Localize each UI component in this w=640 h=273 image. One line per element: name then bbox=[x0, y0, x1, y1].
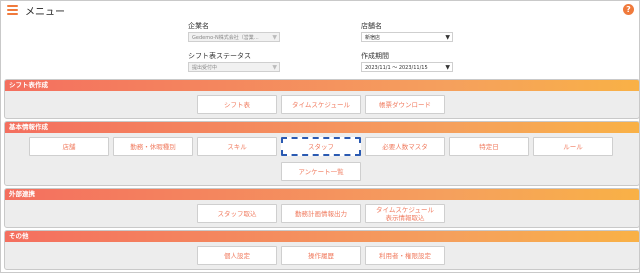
operation-history-button[interactable]: 操作履歴 bbox=[281, 246, 361, 265]
shift-status-label: シフト表ステータス bbox=[188, 52, 251, 60]
store-label: 店舗名 bbox=[361, 22, 382, 30]
store-master-button[interactable]: 店舗 bbox=[29, 137, 109, 156]
time-schedule-button[interactable]: タイムスケジュール bbox=[281, 95, 361, 114]
report-download-button[interactable]: 帳票ダウンロード bbox=[365, 95, 445, 114]
section-external: 外部連携 スタッフ取込 勤務計画情報出力 タイムスケジュール 表示情報取込 bbox=[4, 188, 640, 228]
chevron-down-icon: ▼ bbox=[445, 34, 450, 41]
user-permission-settings-button[interactable]: 利用者・権限設定 bbox=[365, 246, 445, 265]
company-label: 企業名 bbox=[188, 22, 209, 30]
company-select: Gedemo-N株式会社（営業… ▼ bbox=[188, 32, 280, 42]
store-value: 新宿店 bbox=[365, 35, 381, 41]
period-select[interactable]: 2023/11/1 ～ 2023/11/15 ▼ bbox=[361, 62, 453, 72]
chevron-down-icon: ▼ bbox=[445, 64, 450, 71]
page-title: メニュー bbox=[25, 7, 65, 18]
button-line-1: タイムスケジュール bbox=[376, 206, 434, 214]
button-line-2: 表示情報取込 bbox=[385, 214, 425, 222]
hamburger-icon[interactable] bbox=[7, 5, 18, 15]
rule-button[interactable]: ルール bbox=[533, 137, 613, 156]
required-staff-master-button[interactable]: 必要人数マスタ bbox=[365, 137, 445, 156]
menu-page: メニュー ? 企業名 Gedemo-N株式会社（営業… ▼ 店舗名 新宿店 ▼ … bbox=[0, 0, 640, 273]
chevron-down-icon: ▼ bbox=[272, 64, 277, 71]
shift-table-button[interactable]: シフト表 bbox=[197, 95, 277, 114]
chevron-down-icon: ▼ bbox=[272, 34, 277, 41]
company-value: Gedemo-N株式会社（営業… bbox=[192, 35, 259, 41]
personal-settings-button[interactable]: 個人設定 bbox=[197, 246, 277, 265]
period-value: 2023/11/1 ～ 2023/11/15 bbox=[365, 65, 428, 71]
section-shift: シフト表作成 シフト表 タイムスケジュール 帳票ダウンロード bbox=[4, 79, 640, 119]
work-plan-export-button[interactable]: 勤務計画情報出力 bbox=[281, 204, 361, 223]
top-bar: メニュー ? bbox=[1, 1, 639, 19]
section-basic: 基本情報作成 店舗 勤務・休暇種別 スキル スタッフ 必要人数マスタ 特定日 ル… bbox=[4, 121, 640, 186]
period-label: 作成期間 bbox=[361, 52, 389, 60]
help-icon[interactable]: ? bbox=[623, 4, 634, 15]
special-day-button[interactable]: 特定日 bbox=[449, 137, 529, 156]
survey-list-button[interactable]: アンケート一覧 bbox=[281, 162, 361, 181]
staff-import-button[interactable]: スタッフ取込 bbox=[197, 204, 277, 223]
section-title: 外部連携 bbox=[5, 189, 639, 200]
time-schedule-display-import-button[interactable]: タイムスケジュール 表示情報取込 bbox=[365, 204, 445, 223]
work-leave-type-button[interactable]: 勤務・休暇種別 bbox=[113, 137, 193, 156]
shift-status-value: 提出受付中 bbox=[192, 65, 218, 71]
staff-button[interactable]: スタッフ bbox=[281, 137, 361, 156]
section-title: 基本情報作成 bbox=[5, 122, 639, 133]
shift-status-select: 提出受付中 ▼ bbox=[188, 62, 280, 72]
section-title: シフト表作成 bbox=[5, 80, 639, 91]
section-title: その他 bbox=[5, 231, 639, 242]
skill-button[interactable]: スキル bbox=[197, 137, 277, 156]
section-other: その他 個人設定 操作履歴 利用者・権限設定 bbox=[4, 230, 640, 270]
store-select[interactable]: 新宿店 ▼ bbox=[361, 32, 453, 42]
